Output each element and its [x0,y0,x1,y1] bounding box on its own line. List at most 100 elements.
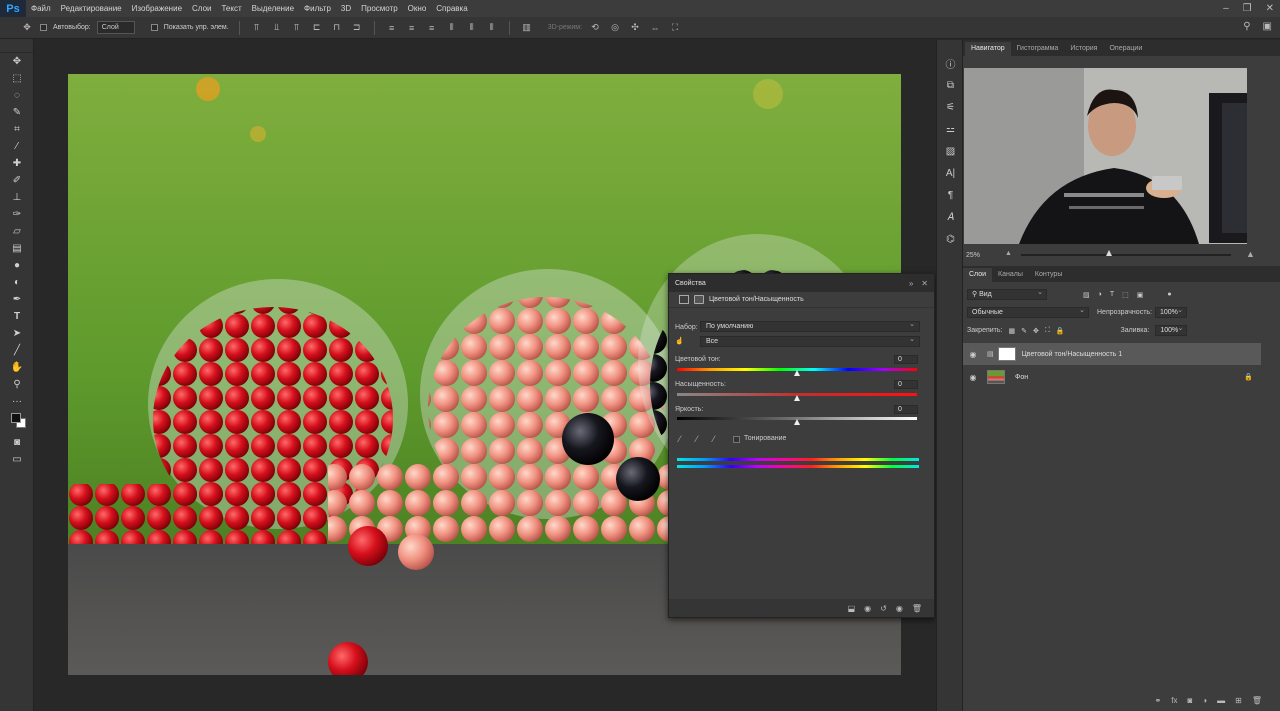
tab-navigator[interactable]: Навигатор [965,42,1011,56]
distribute-hcenter-icon[interactable]: ⦀ [465,22,479,34]
copy-icon[interactable]: ⧉ [937,74,964,96]
sliders-icon[interactable]: ⚍ [937,118,964,140]
3d-slide-icon[interactable]: ⇔ [648,22,662,34]
delete-layer-icon[interactable]: 🗑 [1252,696,1262,705]
history-brush-icon[interactable]: ✑ [0,206,34,223]
filter-type-icon[interactable]: T [1110,291,1114,298]
align-left-icon[interactable]: ⊏ [310,22,324,34]
3d-scale-icon[interactable]: ⛶ [668,22,682,34]
menu-layers[interactable]: Слои [187,0,216,17]
move-tool-icon[interactable]: ✥ [20,22,34,34]
zoom-in-icon[interactable]: ▲ [1246,249,1255,259]
new-layer-icon[interactable]: ⊞ [1235,696,1242,705]
menu-3d[interactable]: 3D [336,0,356,17]
link-layers-icon[interactable]: ⚭ [1155,696,1162,705]
clip-to-layer-icon[interactable]: ⬓ [848,604,856,613]
delete-icon[interactable]: 🗑 [912,604,922,613]
filter-adjustment-icon[interactable]: ◑ [1098,291,1102,298]
channel-dropdown[interactable]: Все [700,335,920,347]
distribute-top-icon[interactable]: ≡ [385,22,399,34]
gradient-icon[interactable]: ▤ [0,240,34,257]
eraser-icon[interactable]: ▱ [0,223,34,240]
3d-roll-icon[interactable]: ◎ [608,22,622,34]
adjustment-icon[interactable] [679,295,689,304]
tab-layers[interactable]: Слои [963,268,993,282]
distribute-left-icon[interactable]: ⦀ [445,22,459,34]
crop-icon[interactable]: ⌗ [0,121,34,138]
eyedropper-icon[interactable]: ⁄ [0,138,34,155]
type-icon[interactable]: T [0,308,34,325]
close-icon[interactable]: ✕ [921,279,928,288]
foreground-color-swatch[interactable] [11,413,21,423]
saturation-slider-thumb[interactable] [794,395,800,401]
image-icon[interactable]: ▨ [937,140,964,162]
add-mask-icon[interactable]: ◙ [1187,696,1192,705]
show-transform-checkbox[interactable] [150,24,158,31]
tab-actions[interactable]: Операции [1103,42,1148,56]
tab-channels[interactable]: Каналы [992,268,1029,282]
filter-smart-icon[interactable]: ▣ [1137,291,1144,299]
close-button[interactable]: ✕ [1266,0,1274,17]
align-top-icon[interactable]: ⫪ [250,22,264,34]
eyedropper-minus-icon[interactable]: ⁄ [713,434,715,444]
line-icon[interactable]: ╱ [0,342,34,359]
auto-align-icon[interactable]: ▥ [520,22,534,34]
move-icon[interactable]: ✥ [0,53,34,70]
align-right-icon[interactable]: ⊐ [350,22,364,34]
menu-image[interactable]: Изображение [127,0,187,17]
menu-filter[interactable]: Фильтр [299,0,336,17]
properties-header[interactable]: Свойства » ✕ [669,274,934,292]
menu-file[interactable]: Файл [26,0,56,17]
3d-rotate-icon[interactable]: ⟲ [588,22,602,34]
menu-type[interactable]: Текст [216,0,246,17]
mask-icon[interactable] [694,295,704,304]
color-swatches[interactable] [0,410,34,434]
pen-icon[interactable]: ✒ [0,291,34,308]
new-adjustment-icon[interactable]: ◑ [1202,696,1207,705]
navigator-zoom-thumb[interactable] [1106,250,1112,256]
brush-icon[interactable]: ✐ [0,172,34,189]
properties-tab[interactable]: Свойства [675,280,706,287]
layer-row[interactable]: ◉ ▤ Цветовой тон/Насыщенность 1 [963,343,1261,365]
hue-slider-thumb[interactable] [794,370,800,376]
auto-select-dropdown[interactable]: Слой [96,21,135,34]
quick-select-icon[interactable]: ✎ [0,104,34,121]
layer-name[interactable]: Фон [1015,374,1028,381]
lock-artboard-icon[interactable]: ⛶ [1045,327,1050,335]
layer-row[interactable]: ◉ Фон 🔒 [963,366,1261,388]
navigator-zoom-slider[interactable] [1021,254,1231,256]
filter-shape-icon[interactable]: ⬚ [1122,291,1129,299]
reset-icon[interactable]: ↺ [880,604,887,613]
glyphs-icon[interactable]: 𝐴 [937,206,964,228]
align-hcenter-icon[interactable]: ⊓ [330,22,344,34]
collapse-icon[interactable]: » [909,279,913,288]
menu-help[interactable]: Справка [431,0,472,17]
menu-edit[interactable]: Редактирование [56,0,127,17]
opacity-input[interactable]: 100% [1155,306,1187,318]
lock-transparent-icon[interactable]: ▦ [1008,327,1015,335]
stamp-icon[interactable]: ⊥ [0,189,34,206]
menu-window[interactable]: Окно [403,0,432,17]
navigator-preview[interactable] [964,68,1247,244]
hand-adjust-icon[interactable]: ☝ [675,337,684,345]
zoom-icon[interactable]: ⚲ [0,376,34,393]
screen-mode-icon[interactable]: ▭ [0,451,34,468]
paragraph-icon[interactable]: ¶ [937,184,964,206]
auto-select-checkbox[interactable] [40,24,47,31]
layer-mask-thumbnail[interactable] [997,347,1016,361]
saturation-input[interactable]: 0 [894,380,918,389]
lock-all-icon[interactable]: 🔒 [1056,327,1065,335]
distribute-vcenter-icon[interactable]: ≡ [405,22,419,34]
tab-paths[interactable]: Контуры [1029,268,1068,282]
visibility-eye-icon[interactable]: ◉ [963,373,983,382]
workspace-icon[interactable]: ▣ [1263,21,1272,32]
filter-toggle-icon[interactable]: ● [1167,291,1171,298]
tools-grip[interactable] [0,39,33,53]
3d-drag-icon[interactable]: ✣ [628,22,642,34]
more-icon[interactable]: ··· [0,393,34,410]
tab-histogram[interactable]: Гистограмма [1011,42,1065,56]
layer-name[interactable]: Цветовой тон/Насыщенность 1 [1022,351,1123,358]
layer-thumbnail[interactable] [987,370,1005,384]
adjustments-icon[interactable]: ⚟ [937,96,964,118]
navigator-zoom-value[interactable]: 25% [966,252,980,259]
